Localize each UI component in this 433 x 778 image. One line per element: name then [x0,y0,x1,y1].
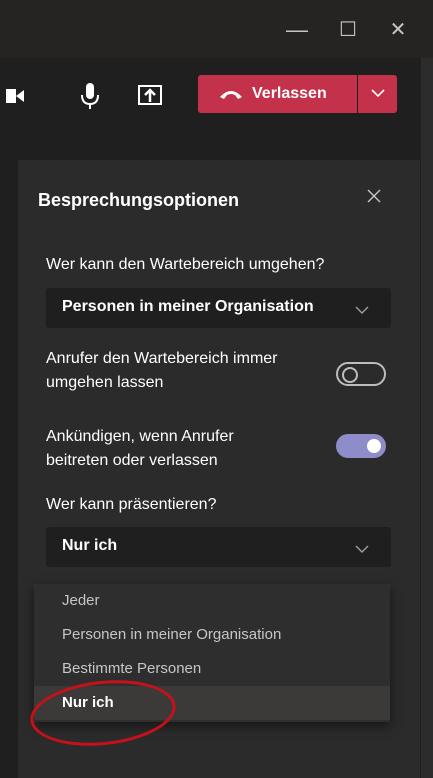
announce-line2: beitreten oder verlassen [46,452,218,469]
chevron-down-icon [370,85,385,103]
option-jeder[interactable]: Jeder [34,584,390,618]
maximize-icon[interactable]: ☐ [334,16,362,44]
option-label: Personen in meiner Organisation [62,626,282,643]
announce-toggle[interactable] [336,434,386,458]
lobby-bypass-select[interactable]: Personen in meiner Organisation [46,288,391,328]
mic-icon[interactable] [74,80,106,112]
leave-button[interactable]: Verlassen [198,75,357,113]
callers-bypass-line2: umgehen lassen [46,374,164,391]
chevron-down-icon [355,302,369,320]
callers-bypass-line1: Anrufer den Wartebereich immer [46,350,278,367]
minimize-icon[interactable]: — [283,16,311,44]
option-label: Jeder [62,592,100,609]
leave-options-button[interactable] [358,75,397,113]
title-bar: — ☐ ✕ [0,0,433,58]
presenter-value: Nur ich [62,537,118,554]
announce-line1: Ankündigen, wenn Anrufer [46,428,234,445]
close-icon[interactable] [364,186,384,206]
chevron-down-icon [355,541,369,559]
background-edge [421,58,433,778]
leave-label: Verlassen [252,85,327,102]
lobby-bypass-value: Personen in meiner Organisation [62,298,314,315]
phone-hangup-icon [218,87,244,101]
presenter-select[interactable]: Nur ich [46,527,391,567]
announce-label: Ankündigen, wenn Anrufer beitreten oder … [46,426,234,472]
close-icon[interactable]: ✕ [384,16,412,44]
panel-title: Besprechungsoptionen [38,190,240,210]
share-screen-icon[interactable] [134,80,166,112]
lobby-bypass-label: Wer kann den Wartebereich umgehen? [46,256,325,273]
toggle-knob [367,439,381,453]
toggle-knob [342,367,358,383]
option-organisation[interactable]: Personen in meiner Organisation [34,618,390,652]
video-icon[interactable] [6,80,38,112]
callers-bypass-toggle[interactable] [336,362,386,386]
presenter-label: Wer kann präsentieren? [46,496,217,513]
option-label: Bestimmte Personen [62,660,202,677]
option-bestimmte-personen[interactable]: Bestimmte Personen [34,652,390,686]
callers-bypass-label: Anrufer den Wartebereich immer umgehen l… [46,348,278,394]
